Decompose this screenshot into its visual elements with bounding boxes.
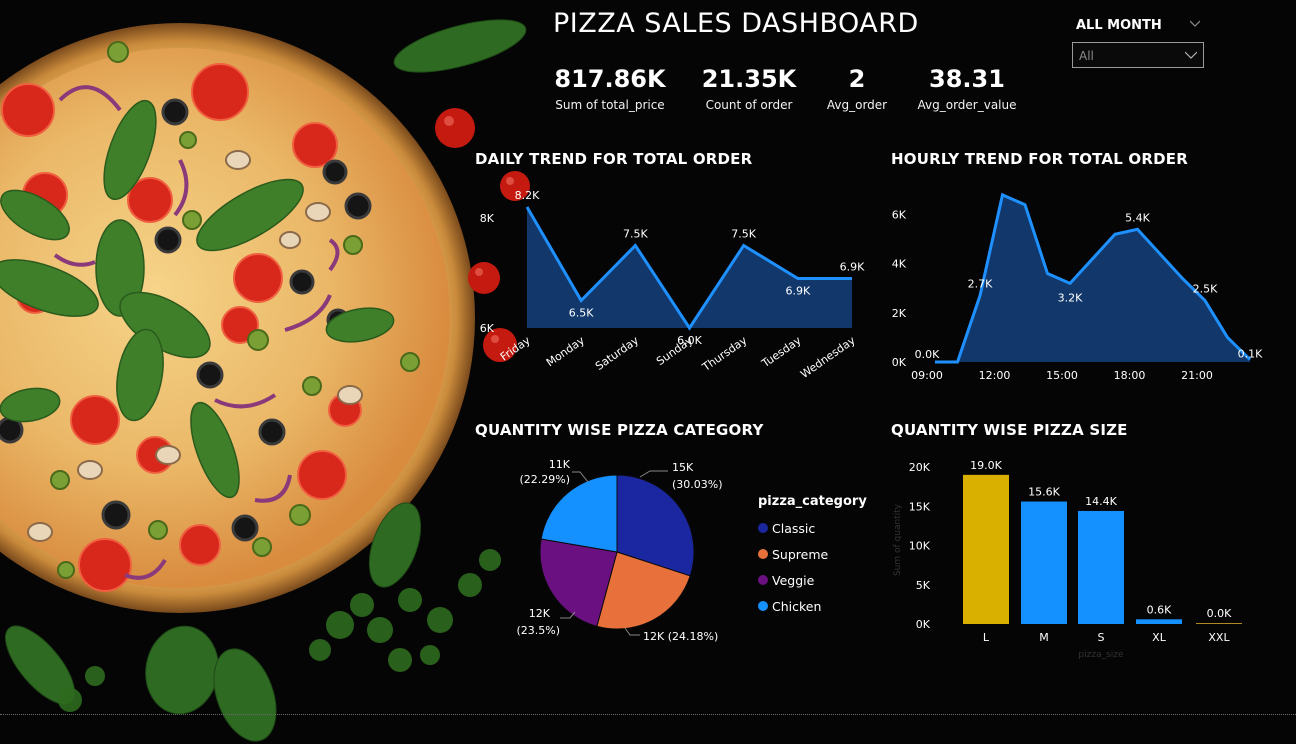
data-label: 15K xyxy=(672,461,694,474)
legend-title: pizza_category xyxy=(758,494,867,509)
y-axis-label: Sum of quantity xyxy=(893,503,903,576)
data-label: 0.0K xyxy=(915,348,940,361)
x-tick-label: Saturday xyxy=(593,334,641,373)
x-tick-label: XL xyxy=(1152,631,1167,644)
x-tick-label: 09:00 xyxy=(911,369,943,382)
month-filter-selected: All xyxy=(1079,49,1094,63)
kpi-avg-order-value-card: 38.31 Avg_order_value xyxy=(892,62,1042,112)
y-tick-label: 10K xyxy=(909,540,931,553)
data-label: (22.29%) xyxy=(519,473,570,486)
x-tick-label: 15:00 xyxy=(1046,369,1078,382)
hourly-trend-chart: 0.0K2.7K6.8K3.2K5.4K2.5K0.1K0K2K4K6K09:0… xyxy=(892,192,1263,382)
data-label: 11K xyxy=(549,458,571,471)
category-pie-chart: 15K (30.03%) 12K (24.18%) 12K (23.5%) 11K (22.… xyxy=(516,458,723,643)
leader-line xyxy=(624,627,640,636)
legend-item-chicken[interactable]: Chicken xyxy=(758,593,867,619)
category-title: QUANTITY WISE PIZZA CATEGORY xyxy=(475,421,764,439)
y-tick-label: 20K xyxy=(909,461,931,474)
x-axis-label: pizza_size xyxy=(1078,650,1124,660)
data-label: 0.0K xyxy=(1207,607,1232,620)
x-tick-label: 12:00 xyxy=(979,369,1011,382)
x-tick-label: L xyxy=(983,631,990,644)
bar-s xyxy=(1078,510,1124,624)
bar-xxl xyxy=(1196,623,1242,624)
chevron-down-icon xyxy=(1185,51,1197,59)
x-tick-label: Wednesday xyxy=(798,334,858,381)
data-label: 5.4K xyxy=(1125,211,1150,224)
bottom-divider xyxy=(0,714,1296,715)
data-label: 6.5K xyxy=(569,307,594,320)
legend-marker xyxy=(758,549,768,559)
legend-marker xyxy=(758,523,768,533)
data-label: 15.6K xyxy=(1028,486,1060,499)
data-label: 6.9K xyxy=(840,261,865,274)
leader-line xyxy=(639,470,668,478)
legend-label: Supreme xyxy=(772,546,829,562)
legend-item-veggie[interactable]: Veggie xyxy=(758,567,867,593)
dashboard-title: PIZZA SALES DASHBOARD xyxy=(553,8,919,39)
kpi-avg-order-value-value: 38.31 xyxy=(929,65,1005,93)
data-label: 0.6K xyxy=(1147,603,1172,616)
bar-m xyxy=(1021,501,1067,624)
x-tick-label: XXL xyxy=(1208,631,1230,644)
y-tick-label: 0K xyxy=(916,618,931,631)
x-tick-label: Friday xyxy=(498,334,533,364)
y-tick-label: 2K xyxy=(892,307,907,320)
data-label: 0.1K xyxy=(1238,348,1263,361)
size-title: QUANTITY WISE PIZZA SIZE xyxy=(891,421,1128,439)
bar-xl xyxy=(1136,619,1182,624)
data-label: 6.9K xyxy=(785,285,810,298)
bar-l xyxy=(963,474,1009,624)
data-label: 7.5K xyxy=(731,228,756,241)
chevron-down-icon[interactable] xyxy=(1190,18,1200,28)
x-tick-label: 18:00 xyxy=(1114,369,1146,382)
data-label: 12K (24.18%) xyxy=(643,630,718,643)
kpi-total-price-card: 817.86K Sum of total_price xyxy=(535,62,685,112)
x-tick-label: Monday xyxy=(544,334,587,370)
x-tick-label: S xyxy=(1098,631,1105,644)
y-tick-label: 5K xyxy=(916,579,931,592)
legend-label: Classic xyxy=(772,520,816,536)
month-filter-dropdown[interactable]: All xyxy=(1072,42,1204,68)
y-tick-label: 0K xyxy=(892,356,907,369)
legend-label: Veggie xyxy=(772,572,815,588)
data-label: 19.0K xyxy=(970,459,1002,472)
kpi-total-price-label: Sum of total_price xyxy=(555,98,665,112)
hourly-trend-title: HOURLY TREND FOR TOTAL ORDER xyxy=(891,150,1188,168)
x-tick-label: Tuesday xyxy=(759,334,804,371)
legend-label: Chicken xyxy=(772,598,822,614)
legend-marker xyxy=(758,575,768,585)
data-label: 2.5K xyxy=(1193,283,1218,296)
x-tick-label: Thursday xyxy=(699,334,750,375)
kpi-total-price-value: 817.86K xyxy=(554,65,666,93)
y-tick-label: 8K xyxy=(480,212,495,225)
size-bar-chart: 19.0K L 15.6K M 14.4K S 0.6K XL 0.0K XXL 0K 5K 10K 15… xyxy=(893,459,1242,660)
month-filter-label: ALL MONTH xyxy=(1076,18,1162,33)
x-tick-label: 21:00 xyxy=(1181,369,1213,382)
legend-marker xyxy=(758,601,768,611)
data-label: 3.2K xyxy=(1058,291,1083,304)
daily-trend-title: DAILY TREND FOR TOTAL ORDER xyxy=(475,150,753,168)
pie-slice-chicken xyxy=(540,474,618,553)
y-tick-label: 6K xyxy=(892,209,907,222)
data-label: 2.7K xyxy=(968,278,993,291)
data-label: 12K xyxy=(529,607,551,620)
category-legend: pizza_category Classic Supreme Veggie Ch… xyxy=(758,494,867,619)
daily-trend-chart: 8.2K6.5K7.5K6.0K7.5K6.9K6.9K8K6KFriday Mo… xyxy=(480,190,865,381)
x-tick-label: M xyxy=(1039,631,1049,644)
kpi-avg-order-value-label: Avg_order_value xyxy=(917,98,1017,112)
legend-item-supreme[interactable]: Supreme xyxy=(758,541,867,567)
x-tick-label: Sunday xyxy=(654,334,696,369)
data-label: (30.03%) xyxy=(672,478,723,491)
data-label: 7.5K xyxy=(623,228,648,241)
data-label: (23.5%) xyxy=(516,624,560,637)
data-label: 14.4K xyxy=(1085,495,1117,508)
y-tick-label: 15K xyxy=(909,500,931,513)
y-tick-label: 4K xyxy=(892,258,907,271)
legend-item-classic[interactable]: Classic xyxy=(758,515,867,541)
data-label: 8.2K xyxy=(515,190,540,202)
y-tick-label: 6K xyxy=(480,322,495,335)
leader-line xyxy=(572,471,589,483)
